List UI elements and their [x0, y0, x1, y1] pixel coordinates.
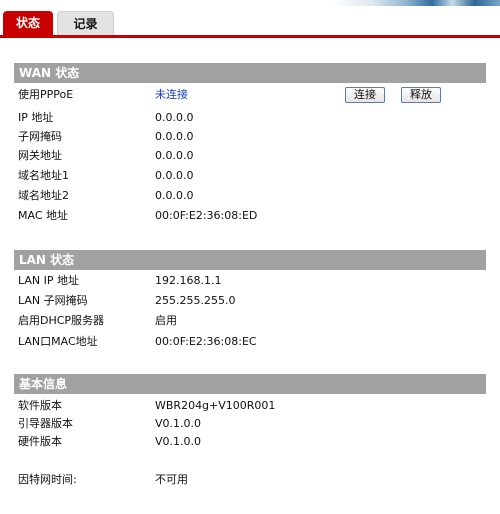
- tab-status[interactable]: 状态: [3, 11, 53, 35]
- wan-dns1-value: 0.0.0.0: [155, 169, 194, 182]
- lan-status-header: LAN 状态: [14, 250, 486, 270]
- connect-button[interactable]: 连接: [345, 87, 385, 103]
- wan-subnet-label: 子网掩码: [18, 130, 62, 143]
- wan-dns2-value: 0.0.0.0: [155, 189, 194, 202]
- wan-dns2-label: 域名地址2: [18, 189, 69, 202]
- lan-ip-label: LAN IP 地址: [18, 274, 80, 287]
- wan-dns1-label: 域名地址1: [18, 169, 69, 182]
- hardware-version-value: V0.1.0.0: [155, 435, 202, 448]
- wan-gateway-label: 网关地址: [18, 149, 62, 162]
- basic-info-header: 基本信息: [14, 374, 486, 394]
- software-version-label: 软件版本: [18, 399, 62, 412]
- wan-gateway-value: 0.0.0.0: [155, 149, 194, 162]
- wan-mac-label: MAC 地址: [18, 209, 68, 222]
- lan-dhcp-value: 启用: [155, 314, 177, 327]
- tab-log[interactable]: 记录: [57, 11, 114, 35]
- wan-status-header: WAN 状态: [14, 63, 486, 83]
- hardware-version-label: 硬件版本: [18, 435, 62, 448]
- lan-subnet-label: LAN 子网掩码: [18, 294, 88, 307]
- lan-mac-label: LAN口MAC地址: [18, 335, 98, 348]
- software-version-value: WBR204g+V100R001: [155, 399, 276, 412]
- wan-ip-value: 0.0.0.0: [155, 111, 194, 124]
- pppoe-label: 使用PPPoE: [18, 88, 74, 101]
- lan-mac-value: 00:0F:E2:36:08:EC: [155, 335, 257, 348]
- internet-time-value: 不可用: [155, 473, 188, 486]
- pppoe-status-value: 未连接: [155, 88, 188, 101]
- tab-underline: [0, 35, 500, 38]
- bootloader-version-label: 引导器版本: [18, 417, 73, 430]
- lan-subnet-value: 255.255.255.0: [155, 294, 236, 307]
- lan-ip-value: 192.168.1.1: [155, 274, 222, 287]
- release-button[interactable]: 释放: [401, 87, 441, 103]
- bootloader-version-value: V0.1.0.0: [155, 417, 202, 430]
- lan-dhcp-label: 启用DHCP服务器: [18, 314, 105, 327]
- wan-ip-label: IP 地址: [18, 111, 54, 124]
- internet-time-label: 因特网时间:: [18, 473, 77, 486]
- wan-mac-value: 00:0F:E2:36:08:ED: [155, 209, 258, 222]
- banner-swoosh-graphic: [330, 0, 500, 6]
- top-banner: [0, 0, 500, 10]
- wan-subnet-value: 0.0.0.0: [155, 130, 194, 143]
